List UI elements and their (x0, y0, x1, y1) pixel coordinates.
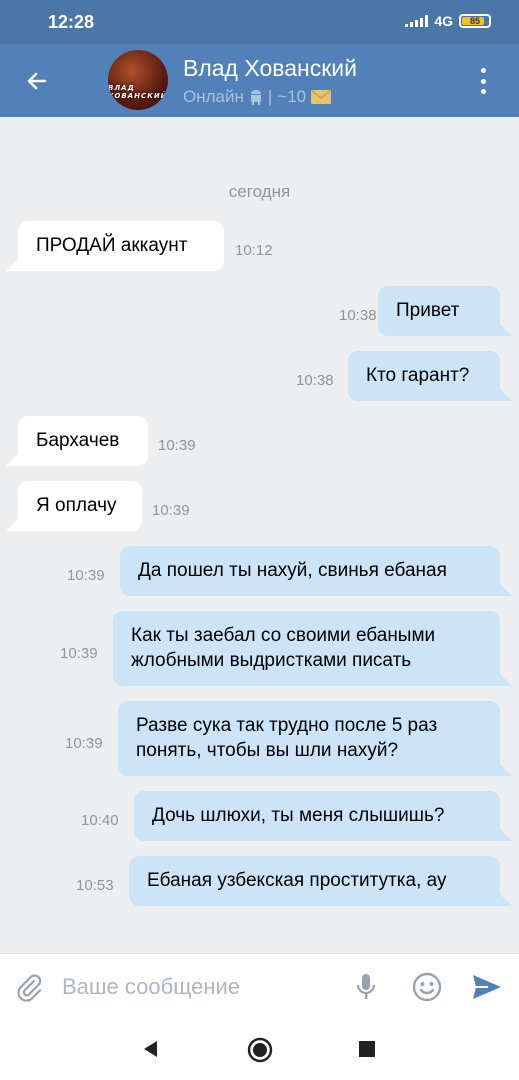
message-time: 10:39 (158, 437, 196, 454)
contact-status: Онлайн | ~10 (183, 87, 332, 107)
message-bubble[interactable]: Ебаная узбекская проститутка, ау (129, 856, 500, 906)
date-separator: сегодня (228, 182, 291, 201)
message-text: жлобными выдристками писать (131, 650, 412, 671)
incoming-message[interactable]: Бархачев 10:39 (0, 416, 519, 466)
back-button[interactable] (18, 62, 56, 100)
bubble-tail (498, 827, 512, 841)
battery-level: 85 (469, 16, 480, 26)
message-time: 10:39 (65, 734, 103, 752)
message-text: Как ты заебал со своими ебаными (131, 625, 436, 646)
message-bubble[interactable]: Да пошел ты нахуй, свинья ебаная (120, 546, 500, 596)
message-bubble[interactable]: Дочь шлюхи, ты меня слышишь? (134, 791, 500, 841)
message-text: Да пошел ты нахуй, свинья ебаная (138, 560, 447, 581)
system-nav-bar (0, 1019, 519, 1080)
message-time: 10:39 (152, 502, 190, 519)
bubble-tail (498, 762, 512, 776)
message-text: Бархачев (36, 430, 120, 451)
nav-recents-icon[interactable] (359, 1041, 375, 1057)
outgoing-message[interactable]: Привет 10:38 (0, 286, 519, 336)
signal-icon (405, 15, 429, 27)
incoming-message[interactable]: Я оплачу 10:39 (0, 481, 519, 531)
message-time: 10:39 (67, 567, 105, 584)
envelope-icon (311, 90, 332, 104)
message-text: Я оплачу (36, 495, 117, 516)
message-bubble[interactable]: Разве сука так трудно после 5 раз понять,… (118, 701, 500, 776)
message-text: Дочь шлюхи, ты меня слышишь? (152, 805, 445, 826)
message-time: 10:12 (235, 242, 273, 259)
bubble-tail (498, 387, 512, 401)
message-bubble[interactable]: Я оплачу (18, 481, 142, 531)
bubble-tail (498, 672, 512, 686)
message-bubble[interactable]: Кто гарант? (348, 351, 500, 401)
send-icon[interactable] (471, 972, 503, 1002)
bubble-tail (498, 322, 512, 336)
outgoing-message[interactable]: Разве сука так трудно после 5 раз понять,… (0, 701, 519, 776)
status-count: ~10 (277, 87, 307, 106)
message-text: ПРОДАЙ аккаунт (36, 235, 188, 256)
message-list[interactable]: сегодня ПРОДАЙ аккаунт 10:12 Привет 10:38 Кт… (0, 117, 519, 953)
android-icon (250, 90, 261, 105)
message-text: Разве сука так трудно после 5 раз (136, 715, 438, 736)
status-bar: 12:28 4G 85 (0, 0, 519, 44)
battery-icon: 85 (459, 14, 491, 28)
message-time: 10:53 (76, 877, 114, 894)
smile-icon[interactable] (411, 971, 443, 1003)
message-text: Привет (396, 300, 460, 321)
outgoing-message[interactable]: Да пошел ты нахуй, свинья ебаная 10:39 (0, 546, 519, 596)
more-vertical-icon (480, 68, 486, 73)
paperclip-icon[interactable] (14, 972, 44, 1002)
avatar[interactable]: ВЛАД ХОВАНСКИЙ (108, 50, 168, 110)
message-text: понять, чтобы вы шли нахуй? (136, 740, 399, 761)
incoming-message[interactable]: ПРОДАЙ аккаунт 10:12 (0, 221, 519, 271)
message-bubble[interactable]: ПРОДАЙ аккаунт (18, 221, 224, 271)
status-indicators: 4G 85 (405, 13, 491, 29)
microphone-icon[interactable] (352, 972, 380, 1002)
outgoing-message[interactable]: Кто гарант? 10:38 (0, 351, 519, 401)
chat-header: ВЛАД ХОВАНСКИЙ Влад Хованский Онлайн | ~… (0, 44, 519, 117)
message-bubble[interactable]: Бархачев (18, 416, 148, 466)
outgoing-message[interactable]: Ебаная узбекская проститутка, ау 10:53 (0, 856, 519, 906)
status-time: 12:28 (48, 12, 95, 32)
more-menu-button[interactable] (471, 64, 495, 98)
nav-home-icon[interactable] (247, 1037, 273, 1063)
message-text: Ебаная узбекская проститутка, ау (147, 870, 447, 891)
online-label: Онлайн (183, 87, 244, 106)
avatar-logo-text: ВЛАД ХОВАНСКИЙ (108, 84, 168, 100)
nav-back-icon[interactable] (141, 1039, 161, 1059)
bubble-tail (498, 582, 512, 596)
contact-name[interactable]: Влад Хованский (183, 55, 357, 82)
status-separator: | (267, 87, 273, 106)
outgoing-message[interactable]: Как ты заебал со своими ебаными жлобными … (0, 611, 519, 686)
message-bubble[interactable]: Как ты заебал со своими ебаными жлобными … (113, 611, 500, 686)
outgoing-message[interactable]: Дочь шлюхи, ты меня слышишь? 10:40 (0, 791, 519, 841)
message-text: Кто гарант? (366, 365, 470, 386)
message-input[interactable] (62, 968, 342, 1006)
message-time: 10:40 (81, 812, 119, 829)
message-time: 10:38 (339, 307, 377, 324)
network-type: 4G (434, 13, 453, 29)
message-bubble[interactable]: Привет (378, 286, 500, 336)
bubble-tail (498, 892, 512, 906)
message-composer (0, 953, 519, 1019)
back-arrow-icon (27, 72, 47, 90)
message-time: 10:38 (296, 372, 334, 389)
message-time: 10:39 (60, 644, 98, 662)
